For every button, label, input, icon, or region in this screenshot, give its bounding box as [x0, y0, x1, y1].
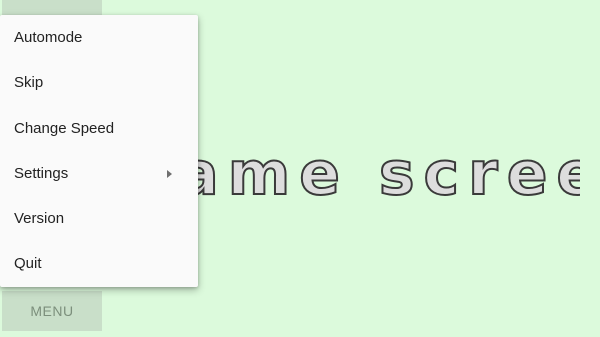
menu-item-skip[interactable]: Skip — [0, 60, 198, 105]
dropdown-menu: Automode Skip Change Speed Settings Vers… — [0, 15, 198, 287]
caret-right-icon — [167, 169, 172, 178]
menu-item-automode[interactable]: Automode — [0, 15, 198, 60]
menu-button[interactable]: MENU — [2, 291, 102, 331]
menu-item-label: Skip — [14, 74, 44, 92]
menu-item-change-speed[interactable]: Change Speed — [0, 106, 198, 151]
menu-item-quit[interactable]: Quit — [0, 241, 198, 286]
menu-item-label: Version — [14, 210, 65, 228]
menu-item-label: Quit — [14, 255, 42, 273]
menu-item-label: Settings — [14, 164, 69, 182]
menu-item-settings[interactable]: Settings — [0, 151, 198, 196]
menu-item-label: Automode — [14, 29, 83, 46]
menu-item-version[interactable]: Version — [0, 196, 198, 241]
menu-item-label: Change Speed — [14, 119, 115, 137]
